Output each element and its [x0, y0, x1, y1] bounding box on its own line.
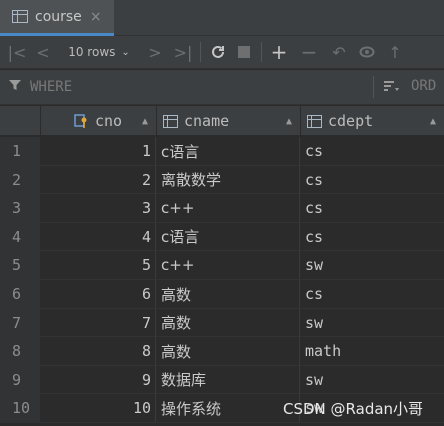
cdept-cell[interactable]: cs: [301, 280, 444, 308]
where-filter-input[interactable]: WHERE: [30, 79, 72, 95]
column-name: cname: [184, 112, 230, 130]
tab-bar: course ×: [0, 0, 444, 36]
cno-cell[interactable]: 4: [41, 222, 156, 251]
close-icon[interactable]: ×: [90, 9, 102, 25]
table-row[interactable]: 2 2 离散数学 cs: [0, 165, 444, 195]
cno-cell[interactable]: 3: [41, 194, 156, 223]
first-page-icon[interactable]: |<: [6, 36, 28, 69]
tab-label: course: [35, 8, 82, 25]
cname-cell[interactable]: c++: [157, 194, 300, 223]
stop-icon[interactable]: [233, 36, 255, 69]
submit-icon[interactable]: ↑: [384, 36, 406, 69]
grid-header: cno ▲︎ cname ▲︎ cdept ▲︎: [0, 106, 444, 136]
table-row[interactable]: 6 6 高数 cs: [0, 280, 444, 309]
cno-cell[interactable]: 1: [41, 137, 156, 165]
cdept-cell[interactable]: cs: [301, 194, 444, 222]
row-number-cell: 8: [0, 337, 40, 366]
column-name: cdept: [328, 112, 374, 130]
row-number-cell: 5: [0, 251, 40, 280]
cno-cell[interactable]: 9: [41, 365, 156, 394]
sort-icon[interactable]: ▲︎: [286, 116, 292, 127]
cdept-cell[interactable]: cs: [301, 223, 444, 251]
row-number-cell: 7: [0, 308, 40, 337]
prev-page-icon[interactable]: <: [32, 36, 54, 69]
row-number-cell: 6: [0, 280, 40, 308]
row-number-cell: 10: [0, 394, 40, 423]
cname-cell[interactable]: c语言: [157, 222, 300, 251]
chevron-down-icon: ⌄: [121, 46, 130, 58]
column-header-cname[interactable]: cname ▲︎: [157, 106, 301, 136]
result-grid: cno ▲︎ cname ▲︎ cdept ▲︎ 1 1 c语言 cs 2 2 离散数学 cs…: [0, 106, 444, 426]
cno-cell[interactable]: 6: [41, 280, 156, 308]
cdept-cell[interactable]: sw: [301, 366, 444, 394]
preview-icon[interactable]: [356, 36, 378, 69]
order-icon[interactable]: [383, 79, 399, 97]
column-icon: [307, 114, 322, 128]
cdept-cell[interactable]: sw: [301, 251, 444, 279]
table-row[interactable]: 4 4 c语言 cs: [0, 222, 444, 252]
table-row[interactable]: 1 1 c语言 cs: [0, 137, 444, 166]
primary-key-icon: [74, 113, 89, 129]
sort-icon[interactable]: ▲︎: [430, 116, 436, 127]
column-icon: [163, 114, 178, 128]
watermark: CSDN @Radan小哥: [283, 400, 424, 418]
add-row-icon[interactable]: +: [268, 36, 290, 69]
row-number-cell: 1: [0, 137, 40, 165]
toolbar: |< < 10 rows ⌄ > >| + − ↶ ↑: [0, 36, 444, 69]
row-number-header: [0, 106, 41, 136]
filter-separator: [373, 76, 374, 98]
filter-bar: WHERE ORD: [0, 70, 444, 105]
column-name: cno: [95, 112, 123, 130]
cname-cell[interactable]: 数据库: [157, 365, 300, 394]
next-page-icon[interactable]: >: [144, 36, 166, 69]
row-number-cell: 4: [0, 222, 40, 251]
cno-cell[interactable]: 5: [41, 251, 156, 280]
cno-cell[interactable]: 2: [41, 165, 156, 194]
cname-cell[interactable]: c++: [157, 251, 300, 280]
cname-cell[interactable]: c语言: [157, 137, 300, 165]
rows-label: 10 rows: [68, 45, 116, 59]
cdept-cell[interactable]: sw: [301, 309, 444, 337]
cno-cell[interactable]: 8: [41, 337, 156, 366]
rows-dropdown[interactable]: 10 rows ⌄: [54, 36, 144, 69]
table-row[interactable]: 7 7 高数 sw: [0, 308, 444, 338]
table-icon: [12, 10, 28, 23]
sort-icon[interactable]: ▲︎: [142, 116, 148, 127]
filter-icon[interactable]: [8, 78, 24, 96]
revert-icon[interactable]: ↶: [328, 36, 350, 69]
order-by-input[interactable]: ORD: [411, 78, 436, 94]
column-header-cdept[interactable]: cdept ▲︎: [301, 106, 444, 136]
table-row[interactable]: 9 9 数据库 sw: [0, 365, 444, 395]
cname-cell[interactable]: 操作系统: [157, 394, 300, 423]
cdept-cell[interactable]: cs: [301, 137, 444, 165]
table-row[interactable]: 8 8 高数 math: [0, 337, 444, 366]
tab-course[interactable]: course ×: [0, 0, 114, 36]
cname-cell[interactable]: 高数: [157, 337, 300, 366]
refresh-icon[interactable]: [207, 36, 229, 69]
column-header-cno[interactable]: cno ▲︎: [41, 106, 157, 136]
row-number-cell: 3: [0, 194, 40, 223]
cname-cell[interactable]: 高数: [157, 308, 300, 337]
table-row[interactable]: 5 5 c++ sw: [0, 251, 444, 280]
last-page-icon[interactable]: >|: [172, 36, 194, 69]
table-row[interactable]: 3 3 c++ cs: [0, 194, 444, 223]
cdept-cell[interactable]: math: [301, 337, 444, 365]
row-number-cell: 9: [0, 365, 40, 394]
toolbar-separator: [200, 42, 201, 62]
cname-cell[interactable]: 高数: [157, 280, 300, 308]
row-number-cell: 2: [0, 165, 40, 194]
cno-cell[interactable]: 10: [41, 394, 156, 423]
cno-cell[interactable]: 7: [41, 308, 156, 337]
delete-row-icon[interactable]: −: [298, 36, 320, 69]
cname-cell[interactable]: 离散数学: [157, 165, 300, 194]
cdept-cell[interactable]: cs: [301, 166, 444, 194]
toolbar-separator: [261, 42, 262, 62]
